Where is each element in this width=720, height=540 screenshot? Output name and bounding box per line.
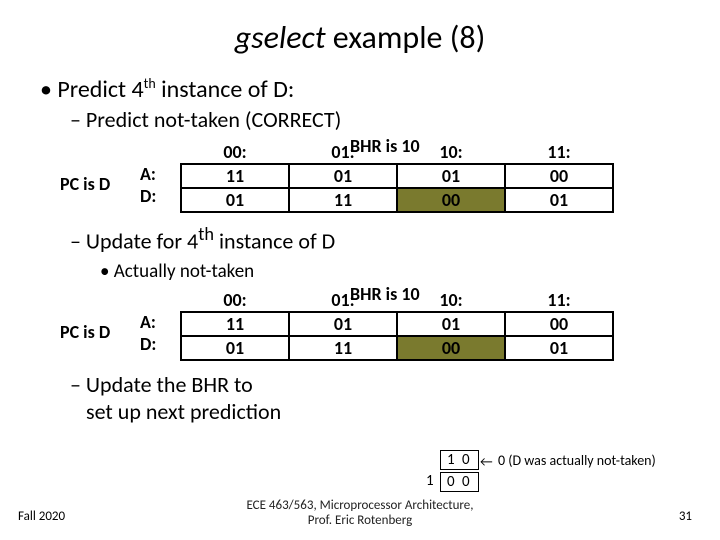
cell-D-01: 11 xyxy=(289,188,397,212)
cell2-D-10-highlight: 00 xyxy=(397,336,505,360)
col-00: 00: xyxy=(181,141,289,164)
cell2-D-11: 01 xyxy=(505,336,613,360)
title-italic: gselect xyxy=(235,18,326,57)
pc-label-2: PC is D xyxy=(60,321,110,343)
bhr-note: 0 (D was actually not-taken) xyxy=(498,452,656,469)
predict-table: 00: 01: 10: 11: 11 01 01 00 01 11 00 01 xyxy=(180,141,614,213)
cell-A-00: 11 xyxy=(181,164,289,188)
footer-page-number: 31 xyxy=(679,509,692,524)
predict-table-wrap: PC is D A: D: BHR is 10 00: 01: 10: 11: … xyxy=(120,139,660,215)
col-11: 11: xyxy=(505,141,613,164)
col-10: 10: xyxy=(397,141,505,164)
footer-course: ECE 463/563, Microprocessor Architecture… xyxy=(0,498,720,528)
bhr-shifted-out: 1 xyxy=(426,472,434,490)
cell2-D-00: 01 xyxy=(181,336,289,360)
update-table: 00: 01: 10: 11: 11 01 01 00 01 11 00 01 xyxy=(180,289,614,361)
bullet-actually-nt: • Actually not-taken xyxy=(100,260,720,283)
cell2-A-10: 01 xyxy=(397,312,505,336)
slide-title: gselect example (8) xyxy=(0,0,720,57)
cell-A-01: 01 xyxy=(289,164,397,188)
col-01: 01: xyxy=(289,141,397,164)
cell-A-11: 00 xyxy=(505,164,613,188)
cell2-A-11: 00 xyxy=(505,312,613,336)
row-labels: A: D: xyxy=(140,163,156,207)
pc-label: PC is D xyxy=(60,173,110,195)
bullet-update: – Update for 4th instance of D xyxy=(70,223,720,254)
bhr-new-box: 0 0 xyxy=(440,472,479,492)
col2-10: 10: xyxy=(397,289,505,312)
arrow-left-icon: ← xyxy=(480,453,493,470)
cell-D-10-highlight: 00 xyxy=(397,188,505,212)
bullet-predict: • Predict 4th instance of D: xyxy=(40,75,720,104)
bullet-predict-result: – Predict not-taken (CORRECT) xyxy=(70,106,720,133)
col2-11: 11: xyxy=(505,289,613,312)
title-rest: example (8) xyxy=(326,18,486,57)
bullet-update-bhr: – Update the BHR to set up next predicti… xyxy=(70,371,390,425)
update-table-wrap: PC is D A: D: BHR is 10 00: 01: 10: 11: … xyxy=(120,287,660,363)
cell-D-00: 01 xyxy=(181,188,289,212)
col2-01: 01: xyxy=(289,289,397,312)
row-labels-2: A: D: xyxy=(140,311,156,355)
cell2-A-01: 01 xyxy=(289,312,397,336)
cell-A-10: 01 xyxy=(397,164,505,188)
col2-00: 00: xyxy=(181,289,289,312)
cell2-A-00: 11 xyxy=(181,312,289,336)
cell2-D-01: 11 xyxy=(289,336,397,360)
cell-D-11: 01 xyxy=(505,188,613,212)
bhr-old-box: 1 0 xyxy=(440,450,479,470)
